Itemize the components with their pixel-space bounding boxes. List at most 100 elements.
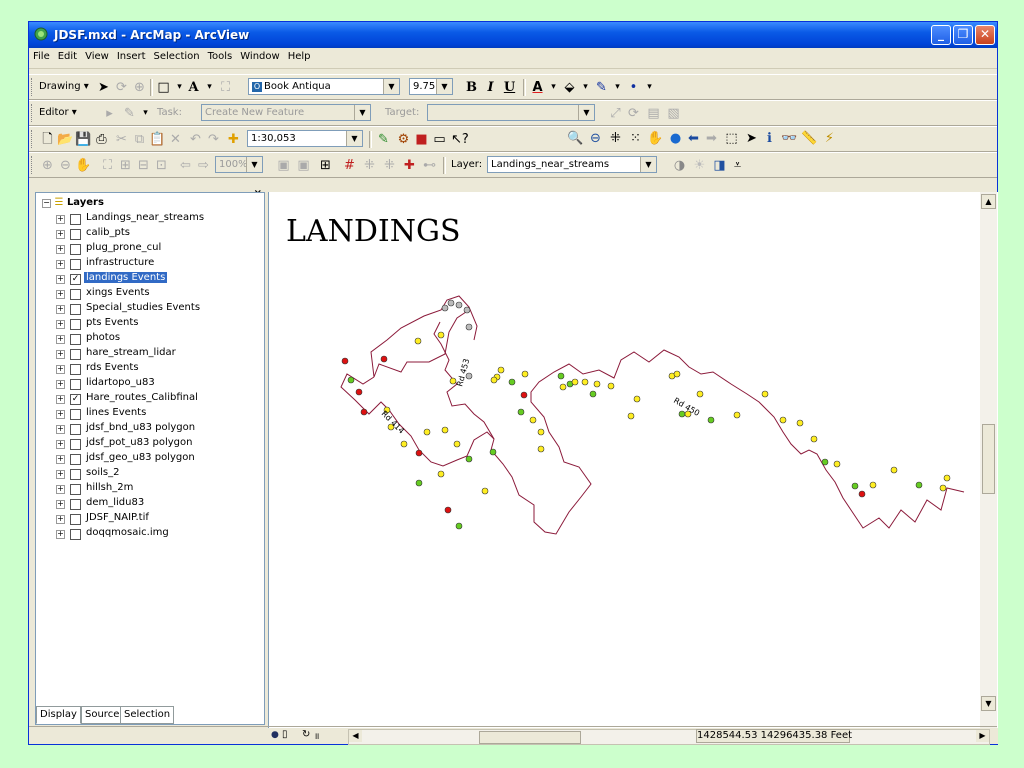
open-folder-icon[interactable]: 📂 bbox=[57, 131, 74, 148]
layer-visibility-checkbox[interactable] bbox=[70, 439, 81, 450]
landing-point[interactable] bbox=[437, 470, 445, 478]
command-line-icon[interactable]: ▭ bbox=[431, 131, 448, 148]
expand-icon[interactable]: + bbox=[56, 365, 65, 374]
landing-point[interactable] bbox=[415, 479, 423, 487]
layer-visibility-checkbox[interactable] bbox=[70, 244, 81, 255]
back-arrow-icon[interactable]: ⬅ bbox=[685, 130, 702, 147]
find-binoculars-icon[interactable]: 👓 bbox=[781, 130, 798, 147]
chevron-down-icon[interactable]: ▾ bbox=[545, 79, 562, 96]
layer-name[interactable]: calib_pts bbox=[84, 227, 132, 238]
editor-menu[interactable]: Editor ▾ bbox=[39, 107, 77, 118]
landing-point[interactable] bbox=[858, 490, 866, 498]
editor-toolbar-icon[interactable]: ✎ bbox=[375, 131, 392, 148]
zoom-whole-page-icon[interactable]: ⛶ bbox=[99, 157, 116, 174]
landing-point[interactable] bbox=[571, 378, 579, 386]
layer-visibility-checkbox[interactable] bbox=[70, 364, 81, 375]
font-select[interactable]: O Book Antiqua ▼ bbox=[248, 78, 400, 95]
rectangle-icon[interactable]: □ bbox=[155, 79, 172, 96]
focus-data-frame-icon[interactable]: ▣ bbox=[295, 157, 312, 174]
menu-insert[interactable]: Insert bbox=[113, 48, 150, 62]
zoom-in-icon[interactable]: 🔍 bbox=[567, 130, 584, 147]
expand-icon[interactable]: + bbox=[56, 290, 65, 299]
previous-extent-icon[interactable]: ⇦ bbox=[177, 157, 194, 174]
map-canvas[interactable]: Rd 453Rd 414Rd 450 bbox=[269, 192, 981, 728]
layer-visibility-checkbox[interactable] bbox=[70, 454, 81, 465]
landing-point[interactable] bbox=[465, 323, 473, 331]
toolbar-grip[interactable] bbox=[31, 104, 35, 122]
landing-point[interactable] bbox=[673, 370, 681, 378]
font-color-icon[interactable]: A bbox=[529, 79, 546, 96]
layer-visibility-checkbox[interactable] bbox=[70, 514, 81, 525]
landing-point[interactable] bbox=[441, 304, 449, 312]
landing-point[interactable] bbox=[360, 408, 368, 416]
landing-point[interactable] bbox=[537, 428, 545, 436]
select-elements-icon[interactable]: ➤ bbox=[95, 79, 112, 96]
arccatalog-icon[interactable]: ⚙ bbox=[395, 131, 412, 148]
cut-icon[interactable]: ✂ bbox=[113, 131, 130, 148]
zoom-percent-select[interactable]: 100% ▼ bbox=[215, 156, 263, 173]
fill-color-icon[interactable]: ⬙ bbox=[561, 79, 578, 96]
italic-button[interactable]: I bbox=[482, 79, 499, 96]
chevron-down-icon[interactable]: ▾ bbox=[577, 79, 594, 96]
pan-hand-icon[interactable]: ✋ bbox=[647, 130, 664, 147]
landing-point[interactable] bbox=[489, 448, 497, 456]
landing-point[interactable] bbox=[821, 458, 829, 466]
chevron-down-icon[interactable]: ▼ bbox=[436, 79, 452, 94]
layer-visibility-checkbox[interactable] bbox=[70, 499, 81, 510]
landing-point[interactable] bbox=[508, 378, 516, 386]
layer-name[interactable]: jdsf_bnd_u83 polygon bbox=[84, 422, 197, 433]
expand-icon[interactable]: + bbox=[56, 410, 65, 419]
landing-point[interactable] bbox=[733, 411, 741, 419]
landing-point[interactable] bbox=[447, 299, 455, 307]
landing-point[interactable] bbox=[521, 370, 529, 378]
arctoolbox-icon[interactable]: ■ bbox=[413, 131, 430, 148]
menu-file[interactable]: File bbox=[29, 48, 54, 62]
tab-source[interactable]: Source bbox=[81, 706, 124, 724]
landing-point[interactable] bbox=[761, 390, 769, 398]
layer-select[interactable]: Landings_near_streams ▼ bbox=[487, 156, 657, 173]
landing-point[interactable] bbox=[455, 301, 463, 309]
expand-icon[interactable]: + bbox=[56, 500, 65, 509]
landing-point[interactable] bbox=[441, 426, 449, 434]
expand-icon[interactable]: + bbox=[56, 395, 65, 404]
layer-name[interactable]: hare_stream_lidar bbox=[84, 347, 178, 358]
landing-point[interactable] bbox=[627, 412, 635, 420]
layer-visibility-checkbox[interactable] bbox=[70, 379, 81, 390]
sketch-properties-icon[interactable]: ▧ bbox=[665, 105, 682, 122]
landing-point[interactable] bbox=[939, 484, 947, 492]
landing-point[interactable] bbox=[796, 419, 804, 427]
layer-visibility-checkbox[interactable] bbox=[70, 259, 81, 270]
landing-point[interactable] bbox=[497, 366, 505, 374]
layer-visibility-checkbox[interactable] bbox=[70, 214, 81, 225]
select-elements-icon[interactable]: ➤ bbox=[743, 130, 760, 147]
chevron-down-icon[interactable]: ▼ bbox=[246, 157, 262, 172]
bold-button[interactable]: B bbox=[463, 79, 480, 96]
expand-icon[interactable]: + bbox=[56, 470, 65, 479]
landing-point[interactable] bbox=[537, 445, 545, 453]
hyperlink-icon[interactable]: ⚡ bbox=[821, 130, 838, 147]
layer-name[interactable]: Landings_near_streams bbox=[84, 212, 206, 223]
landing-point[interactable] bbox=[593, 380, 601, 388]
transparency-icon[interactable]: ◨ bbox=[711, 157, 728, 174]
save-icon[interactable]: 💾 bbox=[75, 131, 92, 148]
maximize-button[interactable]: ❐ bbox=[953, 25, 973, 45]
fixed-zoom-out-icon[interactable]: ⁙ bbox=[627, 130, 644, 147]
landing-point[interactable] bbox=[607, 382, 615, 390]
landing-point[interactable] bbox=[453, 440, 461, 448]
expand-icon[interactable]: + bbox=[56, 335, 65, 344]
expand-icon[interactable]: + bbox=[56, 350, 65, 359]
layer-name[interactable]: pts Events bbox=[84, 317, 141, 328]
layer-visibility-checkbox[interactable] bbox=[70, 229, 81, 240]
tab-selection[interactable]: Selection bbox=[120, 706, 175, 724]
task-select[interactable]: Create New Feature ▼ bbox=[201, 104, 371, 121]
brightness-icon[interactable]: ☀ bbox=[691, 157, 708, 174]
landing-point[interactable] bbox=[779, 416, 787, 424]
new-document-icon[interactable]: 🗋 bbox=[39, 131, 56, 148]
landing-point[interactable] bbox=[400, 440, 408, 448]
menu-window[interactable]: Window bbox=[236, 48, 283, 62]
map-view[interactable]: LANDINGS Rd 453 Rd 414 Rd 450 bbox=[268, 192, 998, 728]
landing-point[interactable] bbox=[423, 428, 431, 436]
landing-point[interactable] bbox=[890, 466, 898, 474]
menu-help[interactable]: Help bbox=[284, 48, 315, 62]
sketch-tool-icon[interactable]: ✎ bbox=[121, 105, 138, 122]
